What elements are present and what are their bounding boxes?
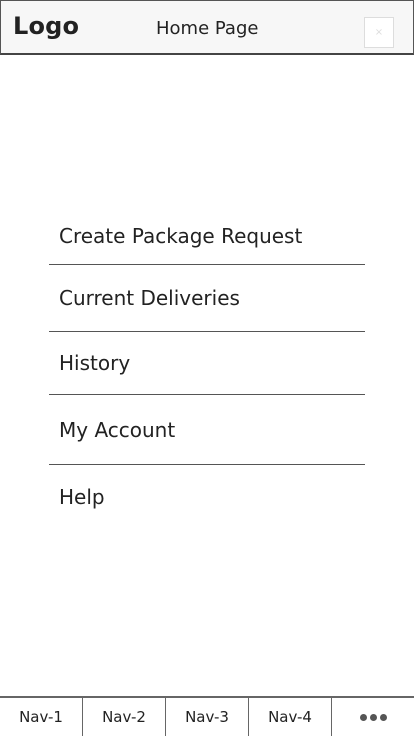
menu-item-label: History — [59, 351, 131, 375]
menu-item-create-package-request[interactable]: Create Package Request — [49, 205, 365, 265]
nav-item-label: Nav-2 — [102, 708, 146, 726]
nav-item-label: Nav-1 — [19, 708, 63, 726]
nav-item-3[interactable]: Nav-3 — [166, 698, 249, 736]
nav-item-2[interactable]: Nav-2 — [83, 698, 166, 736]
dot — [369, 713, 377, 721]
nav-item-label: Nav-4 — [268, 708, 312, 726]
nav-item-label: Nav-3 — [185, 708, 229, 726]
screen: Logo Home Page × Create Package Request … — [0, 0, 414, 736]
menu-item-my-account[interactable]: My Account — [49, 395, 365, 465]
menu-item-label: Current Deliveries — [59, 286, 240, 310]
menu-item-label: My Account — [59, 417, 176, 442]
main-menu: Create Package Request Current Deliverie… — [49, 205, 365, 529]
nav-item-more[interactable] — [332, 698, 414, 736]
close-button[interactable]: × — [364, 17, 394, 48]
header-bar: Logo Home Page × — [0, 0, 414, 55]
menu-item-current-deliveries[interactable]: Current Deliveries — [49, 265, 365, 332]
menu-item-help[interactable]: Help — [49, 465, 365, 529]
menu-item-history[interactable]: History — [49, 332, 365, 395]
dot — [379, 713, 387, 721]
menu-item-label: Help — [59, 485, 105, 509]
nav-item-1[interactable]: Nav-1 — [0, 698, 83, 736]
dot — [359, 713, 367, 721]
logo: Logo — [13, 12, 80, 40]
page-title: Home Page — [156, 18, 259, 39]
bottom-nav: Nav-1 Nav-2 Nav-3 Nav-4 — [0, 696, 414, 736]
more-dots-icon — [359, 713, 387, 721]
nav-item-4[interactable]: Nav-4 — [249, 698, 332, 736]
menu-item-label: Create Package Request — [59, 223, 303, 248]
close-icon: × — [374, 26, 384, 38]
